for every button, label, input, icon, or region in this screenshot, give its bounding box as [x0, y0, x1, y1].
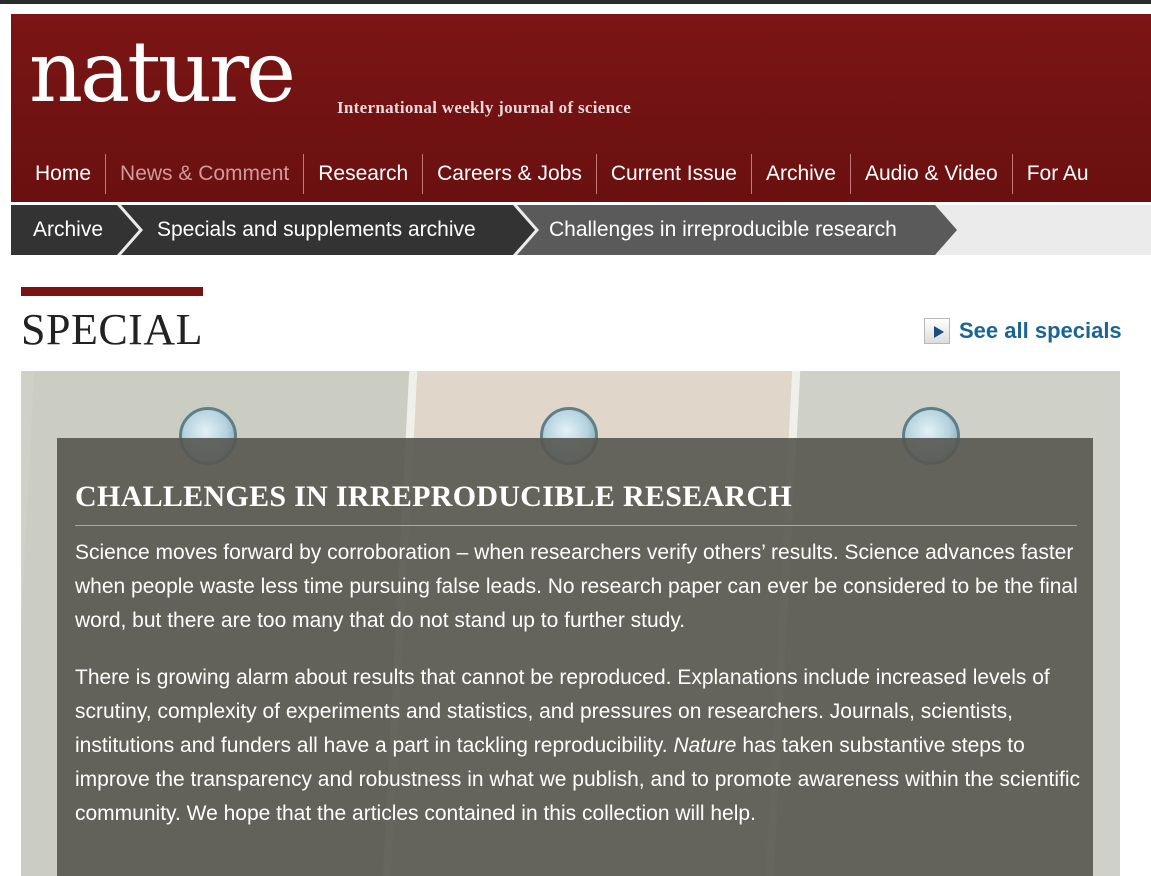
- nav-current-issue[interactable]: Current Issue: [595, 154, 751, 194]
- window-top-border: [0, 0, 1151, 4]
- special-heading: SPECIAL: [21, 305, 203, 354]
- nature-emphasis: Nature: [673, 734, 737, 757]
- intro-paragraph-2: There is growing alarm about results tha…: [75, 661, 1081, 831]
- play-arrow-icon: [924, 318, 950, 344]
- main-nav: Home News & Comment Research Careers & J…: [11, 154, 1103, 194]
- nature-logo[interactable]: nature: [29, 30, 296, 114]
- see-all-specials-label: See all specials: [959, 318, 1122, 343]
- intro-paragraph-1: Science moves forward by corroboration –…: [75, 541, 1078, 632]
- special-accent-bar: [21, 287, 203, 296]
- special-title: CHALLENGES IN IRREPRODUCIBLE RESEARCH: [75, 480, 793, 513]
- nav-home[interactable]: Home: [11, 154, 105, 194]
- breadcrumb: Challenges in irreproducible research Sp…: [11, 205, 1151, 255]
- special-intro-panel: CHALLENGES IN IRREPRODUCIBLE RESEARCH Sc…: [57, 438, 1093, 876]
- site-header: nature International weekly journal of s…: [11, 14, 1151, 202]
- nav-news-comment[interactable]: News & Comment: [105, 154, 303, 194]
- page-left-margin: [0, 4, 11, 876]
- nav-research[interactable]: Research: [303, 154, 422, 194]
- special-hero-banner: CHALLENGES IN IRREPRODUCIBLE RESEARCH Sc…: [21, 371, 1120, 876]
- nav-archive[interactable]: Archive: [750, 154, 850, 194]
- site-tagline: International weekly journal of science: [337, 98, 632, 117]
- see-all-specials-link[interactable]: See all specials: [924, 318, 1122, 344]
- breadcrumb-current: Challenges in irreproducible research: [513, 205, 957, 255]
- nav-careers-jobs[interactable]: Careers & Jobs: [422, 154, 596, 194]
- nav-audio-video[interactable]: Audio & Video: [849, 154, 1012, 194]
- nav-for-authors[interactable]: For Au: [1011, 154, 1103, 194]
- breadcrumb-specials-archive[interactable]: Specials and supplements archive: [117, 205, 535, 255]
- title-divider: [75, 525, 1077, 526]
